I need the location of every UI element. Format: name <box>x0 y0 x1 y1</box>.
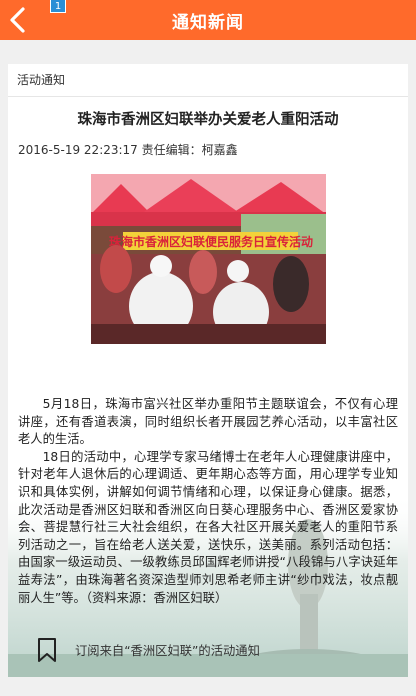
article-card: 活动通知 珠海市香洲区妇联举办关爱老人重阳活动 2016-5-19 22:23:… <box>8 64 408 677</box>
bookmark-icon <box>38 637 56 662</box>
article-title: 珠海市香洲区妇联举办关爱老人重阳活动 <box>77 112 339 128</box>
article-paragraph: 18日的活动中，心理学专家马绪博士在老年人心理健康讲座中，针对老年人退休后的心理… <box>18 449 398 605</box>
article-meta: 2016-5-19 22:23:17 责任编辑：柯嘉鑫 <box>18 143 238 157</box>
top-bar: 1 通知新闻 <box>0 0 416 40</box>
page-title: 通知新闻 <box>172 12 244 33</box>
notification-badge[interactable]: 1 <box>50 0 66 13</box>
article-category: 活动通知 <box>8 64 408 97</box>
subscribe-text: 订阅来自“香洲区妇联”的活动通知 <box>75 643 260 658</box>
article-body: 5月18日，珠海市富兴社区举办重阳节主题联谊会，不仅有心理讲座，还有香道表演，同… <box>18 396 398 607</box>
article-photo: 珠海市香洲区妇联便民服务日宣传活动 <box>91 174 326 344</box>
banner-text: 珠海市香洲区妇联便民服务日宣传活动 <box>109 234 313 249</box>
back-arrow-icon[interactable] <box>4 4 30 36</box>
article-paragraph: 5月18日，珠海市富兴社区举办重阳节主题联谊会，不仅有心理讲座，还有香道表演，同… <box>18 397 398 447</box>
subscribe-link[interactable]: 订阅来自“香洲区妇联”的活动通知 <box>8 622 408 677</box>
